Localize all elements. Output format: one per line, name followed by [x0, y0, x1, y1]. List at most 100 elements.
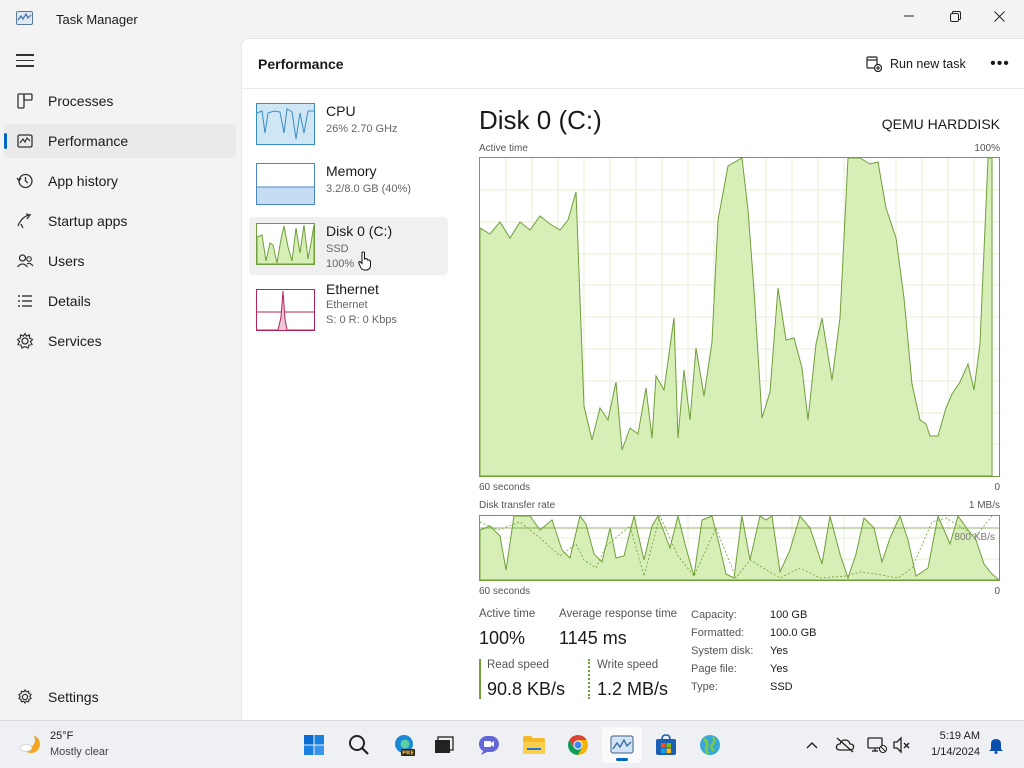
maximize-button[interactable]	[932, 0, 978, 32]
task-manager-icon	[610, 735, 634, 754]
edge-preview-icon: PRE	[395, 735, 415, 757]
task-manager-app-icon	[16, 11, 33, 25]
clock-time: 5:19 AM	[939, 730, 980, 742]
active-time-graph-plot	[479, 157, 999, 477]
task-view-icon	[435, 736, 454, 753]
mouse-pointer-hand-icon	[358, 251, 371, 271]
disk-type-value: SSD	[770, 681, 793, 693]
taskbar-task-manager[interactable]	[602, 727, 642, 763]
volume-tray-button[interactable]	[892, 735, 912, 755]
formatted-label: Formatted:	[691, 627, 745, 639]
network-display-icon	[867, 737, 887, 754]
avg-response-time-value: 1145 ms	[559, 628, 627, 648]
performance-content: Performance Run new task ••• CPU 26% 2.7…	[241, 38, 1024, 720]
active-time-graph-label: Active time	[479, 143, 528, 154]
nav-item-processes[interactable]: Processes	[4, 84, 236, 118]
run-task-icon	[866, 56, 882, 72]
active-time-time-axis-end: 0	[994, 482, 1000, 493]
device-memory[interactable]: Memory 3.2/8.0 GB (40%)	[249, 157, 448, 215]
minimize-button[interactable]	[886, 0, 932, 32]
nav-label: Users	[48, 253, 85, 269]
device-ethernet[interactable]: Ethernet Ethernet S: 0 R: 0 Kbps	[249, 277, 448, 335]
run-new-task-label: Run new task	[890, 57, 966, 71]
device-name: CPU	[326, 103, 356, 119]
active-time-time-axis-start: 60 seconds	[479, 482, 531, 493]
title-bar: Task Manager	[0, 0, 1024, 38]
more-options-button[interactable]: •••	[988, 53, 1012, 75]
nav-item-users[interactable]: Users	[4, 244, 236, 278]
transfer-rate-graph-label: Disk transfer rate	[479, 500, 556, 511]
device-cpu[interactable]: CPU 26% 2.70 GHz	[249, 97, 448, 155]
device-disk-0[interactable]: Disk 0 (C:) SSD 100%	[249, 217, 448, 275]
notifications-button[interactable]	[986, 735, 1006, 755]
weather-description: Mostly clear	[50, 746, 109, 758]
read-speed-value: 90.8 KB/s	[487, 679, 566, 699]
disk-title: Disk 0 (C:)	[479, 105, 602, 135]
taskbar-search-button[interactable]	[339, 727, 379, 763]
capacity-value: 100 GB	[770, 609, 808, 621]
nav-label: Startup apps	[48, 213, 128, 229]
page-title: Performance	[258, 56, 344, 72]
write-speed-label: Write speed	[597, 659, 659, 671]
details-icon	[18, 295, 32, 307]
device-name: Disk 0 (C:)	[326, 223, 393, 239]
users-icon	[17, 254, 34, 268]
system-disk-value: Yes	[770, 645, 788, 657]
disk-thumbnail-graph	[256, 223, 315, 265]
show-hidden-icons-button[interactable]	[802, 735, 822, 755]
nav-label: App history	[48, 173, 119, 189]
transfer-rate-graph-plot	[479, 514, 1001, 581]
app-history-icon	[16, 173, 33, 189]
transfer-rate-graph-max: 1 MB/s	[968, 500, 1000, 511]
device-detail: 26% 2.70 GHz	[326, 123, 398, 135]
taskbar: 25°F Mostly clear PRE 5:19 AM 1/14/2024	[0, 720, 1024, 768]
run-new-task-button[interactable]: Run new task	[862, 51, 970, 77]
taskbar-edge-preview[interactable]: PRE	[384, 727, 424, 763]
onedrive-tray-button[interactable]	[835, 735, 855, 755]
clock-date: 1/14/2024	[931, 746, 980, 758]
active-time-graph	[479, 157, 1000, 477]
transfer-rate-graph: 800 KB/s	[479, 514, 1001, 581]
start-button[interactable]	[294, 727, 334, 763]
content-header: Performance Run new task •••	[242, 39, 1024, 89]
formatted-value: 100.0 GB	[770, 627, 817, 639]
taskbar-unknown-app[interactable]	[690, 727, 730, 763]
close-button[interactable]	[976, 0, 1022, 32]
svg-text:PRE: PRE	[402, 751, 414, 757]
nav-item-app-history[interactable]: App history	[4, 164, 236, 198]
taskbar-meet[interactable]	[469, 727, 509, 763]
services-icon	[16, 332, 34, 349]
write-speed-indicator	[588, 659, 590, 699]
windows-start-icon	[304, 735, 324, 755]
disk-model: QEMU HARDDISK	[881, 116, 1000, 132]
chevron-up-icon	[806, 742, 818, 749]
meet-chat-icon	[479, 736, 499, 755]
nav-label: Details	[48, 293, 91, 309]
weather-temperature: 25°F	[50, 730, 74, 742]
transfer-rate-time-axis-end: 0	[994, 586, 1000, 597]
hamburger-menu-icon[interactable]	[16, 54, 34, 68]
taskbar-chrome[interactable]	[558, 727, 598, 763]
startup-apps-icon	[17, 213, 32, 229]
file-explorer-folder-icon	[523, 736, 545, 754]
disk-type-label: Type:	[691, 681, 718, 693]
nav-item-startup-apps[interactable]: Startup apps	[4, 204, 236, 238]
nav-item-details[interactable]: Details	[4, 284, 236, 318]
nav-label: Settings	[48, 689, 99, 705]
capacity-label: Capacity:	[691, 609, 737, 621]
taskbar-microsoft-store[interactable]	[646, 727, 686, 763]
network-tray-button[interactable]	[867, 735, 887, 755]
device-detail: SSD	[326, 243, 349, 255]
nav-item-settings[interactable]: Settings	[4, 680, 236, 714]
system-disk-label: System disk:	[691, 645, 754, 657]
read-speed-label: Read speed	[487, 659, 550, 671]
window-title: Task Manager	[56, 12, 138, 27]
avg-response-time-label: Average response time	[559, 608, 678, 620]
nav-item-performance[interactable]: Performance	[4, 124, 236, 158]
search-icon	[349, 735, 369, 755]
nav-label: Performance	[48, 133, 129, 149]
memory-thumbnail-graph	[256, 163, 315, 205]
nav-item-services[interactable]: Services	[4, 324, 236, 358]
taskbar-file-explorer[interactable]	[514, 727, 554, 763]
taskbar-task-view[interactable]	[424, 727, 464, 763]
